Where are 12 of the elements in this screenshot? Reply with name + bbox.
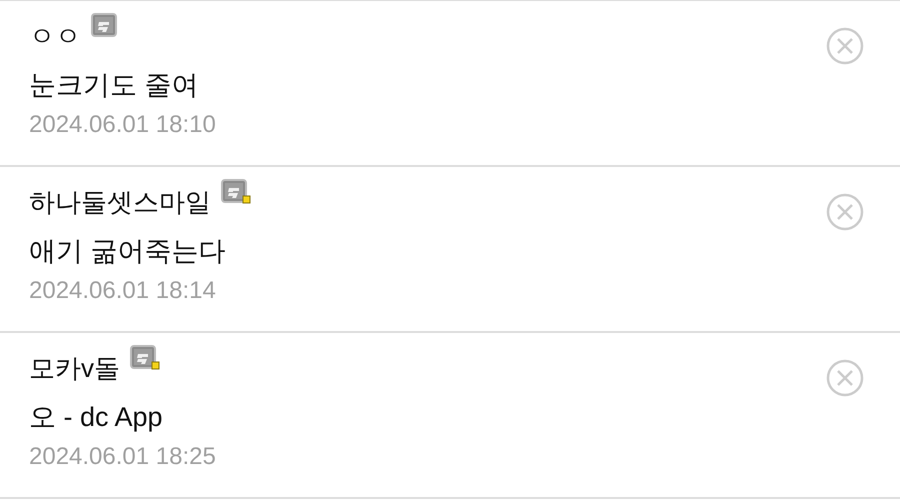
author-name: ㅇㅇ (29, 23, 81, 49)
delete-button[interactable] (826, 359, 864, 397)
author-name: 하나둘셋스마일 (29, 189, 211, 215)
comment-date: 2024.06.01 18:10 (29, 110, 217, 140)
comment-date: 2024.06.01 18:14 (29, 276, 217, 306)
comment-text: 애기 굶어죽는다 (29, 235, 227, 268)
delete-button[interactable] (826, 27, 864, 65)
delete-button[interactable] (826, 193, 864, 231)
comment-date: 2024.06.01 18:25 (29, 442, 217, 472)
comment-text: 눈크기도 줄여 (29, 69, 200, 102)
author-name: 모카v돌 (29, 355, 120, 381)
comment-text: 오 - dc App (29, 401, 164, 434)
